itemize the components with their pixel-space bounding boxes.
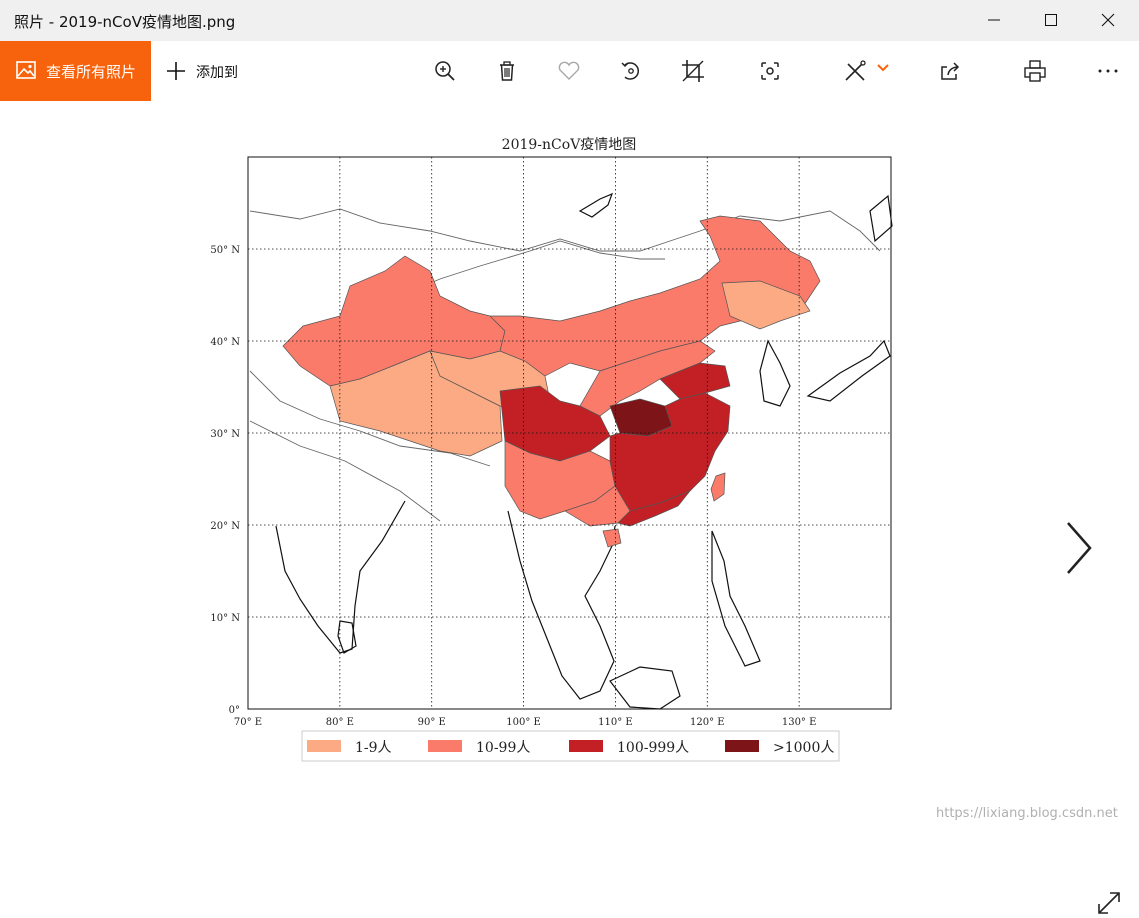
chevron-right-icon	[1067, 522, 1092, 574]
legend-label: 1-9人	[355, 740, 392, 756]
y-tick-label: 0°	[229, 705, 240, 716]
borneo-outline	[609, 666, 681, 710]
baikal-lake	[578, 192, 614, 218]
zoom-in-icon[interactable]	[431, 57, 459, 85]
favorite-icon[interactable]	[555, 57, 583, 85]
legend-label: 10-99人	[476, 740, 530, 756]
delete-icon[interactable]	[493, 57, 521, 85]
indochina-coastline	[507, 510, 616, 700]
minimize-icon	[988, 19, 1000, 21]
y-tick-label: 50° N	[210, 245, 240, 256]
y-tick-label: 40° N	[210, 337, 240, 348]
add-to-label: 添加到	[196, 65, 238, 81]
maximize-button[interactable]	[1023, 0, 1080, 41]
map-legend: 1-9人 10-99人 100-999人 >1000人	[301, 730, 840, 762]
legend-label: 100-999人	[617, 740, 689, 756]
y-tick-label: 10° N	[210, 613, 240, 624]
x-tick-label: 130° E	[782, 717, 817, 728]
legend-swatch	[307, 740, 341, 752]
print-icon[interactable]	[1021, 57, 1049, 85]
more-icon[interactable]	[1094, 57, 1122, 85]
chart-title: 2019-nCoV疫情地图	[502, 137, 637, 153]
title-bar: 照片 - 2019-nCoV疫情地图.png	[0, 0, 1139, 41]
minimize-button[interactable]	[966, 0, 1023, 41]
add-to-button[interactable]: 添加到	[164, 41, 254, 101]
y-tick-label: 20° N	[210, 521, 240, 532]
province-hainan	[602, 528, 622, 548]
x-tick-label: 70° E	[234, 717, 262, 728]
photo-icon	[16, 61, 36, 79]
fullscreen-button[interactable]	[1094, 888, 1124, 918]
view-all-photos-label: 查看所有照片	[46, 63, 137, 81]
close-button[interactable]	[1080, 0, 1137, 41]
x-tick-label: 110° E	[598, 717, 633, 728]
x-tick-label: 80° E	[326, 717, 354, 728]
epidemic-map-figure: 2019-nCoV疫情地图 70° E 80° E 90° E 100° E 1…	[210, 137, 893, 762]
legend-swatch	[725, 740, 759, 752]
toolbar: 查看所有照片 添加到	[0, 41, 1139, 101]
legend-swatch	[569, 740, 603, 752]
x-tick-label: 90° E	[418, 717, 446, 728]
y-tick-label: 30° N	[210, 429, 240, 440]
close-icon	[1101, 13, 1115, 27]
china-provinces-layer	[282, 215, 821, 548]
crop-icon[interactable]	[679, 57, 707, 85]
enhance-icon[interactable]	[756, 57, 784, 85]
view-all-photos-button[interactable]: 查看所有照片	[0, 41, 151, 101]
window-title: 照片 - 2019-nCoV疫情地图.png	[14, 13, 236, 31]
map-graticule	[247, 157, 891, 710]
expand-icon	[1098, 892, 1120, 914]
india-coastline	[275, 500, 406, 654]
x-tick-label: 100° E	[506, 717, 541, 728]
russia-border	[249, 208, 881, 252]
province-taiwan	[710, 472, 726, 502]
legend-label: >1000人	[773, 740, 834, 756]
x-tick-label: 120° E	[690, 717, 725, 728]
legend-swatch	[428, 740, 462, 752]
image-viewer: 2019-nCoV疫情地图 70° E 80° E 90° E 100° E 1…	[0, 101, 1139, 914]
japan-outline	[806, 194, 893, 402]
chevron-down-icon[interactable]	[876, 63, 890, 73]
rotate-icon[interactable]	[617, 57, 645, 85]
csdn-watermark: https://lixiang.blog.csdn.net	[936, 806, 1118, 821]
share-icon[interactable]	[936, 57, 964, 85]
next-image-button[interactable]	[1060, 519, 1096, 577]
maximize-icon	[1045, 14, 1057, 26]
edit-draw-icon[interactable]	[841, 57, 869, 85]
plus-icon	[167, 62, 185, 80]
korea-outline	[759, 339, 791, 407]
philippines-outline	[711, 530, 761, 667]
